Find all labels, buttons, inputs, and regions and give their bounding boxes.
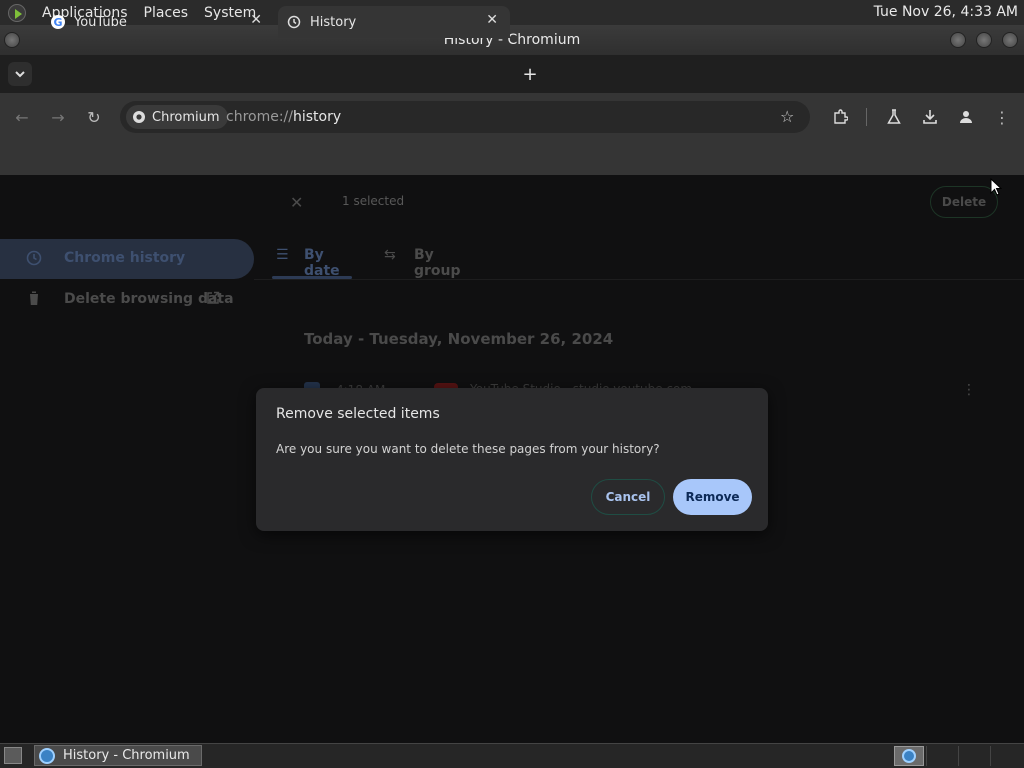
- bookmark-star-icon[interactable]: ☆: [780, 107, 794, 126]
- remove-items-dialog: Remove selected items Are you sure you w…: [256, 388, 768, 531]
- chromium-icon: [133, 111, 145, 123]
- maximize-window-button[interactable]: [976, 32, 992, 48]
- forward-arrow-icon[interactable]: →: [47, 106, 69, 128]
- tab-youtube[interactable]: G YouTube ✕: [42, 6, 274, 38]
- extensions-icon[interactable]: [829, 106, 851, 128]
- tab-by-group[interactable]: ⇆ By group: [384, 240, 484, 280]
- site-chip-label: Chromium: [152, 109, 220, 125]
- reload-icon[interactable]: ↻: [83, 106, 105, 128]
- cancel-button[interactable]: Cancel: [591, 479, 665, 515]
- close-window-button[interactable]: [1002, 32, 1018, 48]
- download-icon[interactable]: [919, 106, 941, 128]
- divider: [254, 279, 1024, 280]
- sidebar-item-delete-browsing-data[interactable]: Delete browsing data: [0, 282, 254, 318]
- tab-label: By date: [304, 247, 340, 279]
- taskbar-item-chromium[interactable]: History - Chromium: [34, 745, 202, 766]
- workspace-chromium-icon[interactable]: [894, 746, 924, 766]
- sidebar-item-label: Chrome history: [64, 250, 186, 266]
- row-menu-kebab-icon[interactable]: ⋮: [962, 382, 976, 398]
- tab-strip: [0, 55, 1024, 93]
- mouse-cursor-icon: [990, 178, 1002, 196]
- sidebar-item-chrome-history[interactable]: Chrome history: [0, 239, 254, 279]
- close-tab-icon[interactable]: ✕: [250, 12, 262, 28]
- taskbar-item-label: History - Chromium: [63, 748, 190, 763]
- window-menu-icon[interactable]: [4, 32, 20, 48]
- selected-count: 1 selected: [342, 194, 405, 208]
- url-host: history: [293, 109, 342, 125]
- chevron-down-icon: [15, 71, 25, 78]
- group-icon: ⇆: [384, 247, 396, 263]
- list-icon: ☰: [276, 247, 289, 263]
- google-icon: G: [50, 14, 66, 30]
- minimize-window-button[interactable]: [950, 32, 966, 48]
- selection-toolbar: [0, 175, 1024, 230]
- history-icon: [286, 14, 302, 30]
- tab-label: History: [310, 14, 357, 30]
- clock[interactable]: Tue Nov 26, 4:33 AM: [874, 4, 1018, 20]
- chromium-icon: [39, 747, 55, 764]
- dialog-message: Are you sure you want to delete these pa…: [276, 442, 660, 456]
- svg-text:G: G: [53, 16, 62, 29]
- workspace-4[interactable]: [990, 746, 1020, 766]
- history-icon: [26, 250, 42, 270]
- back-arrow-icon[interactable]: ←: [11, 106, 33, 128]
- url-scheme: chrome://: [226, 109, 293, 125]
- new-tab-button[interactable]: +: [520, 62, 540, 86]
- delete-selected-button[interactable]: Delete: [930, 186, 998, 218]
- clear-selection-icon[interactable]: ✕: [290, 193, 303, 212]
- menu-kebab-icon[interactable]: ⋮: [991, 106, 1013, 128]
- address-bar[interactable]: Chromium chrome://history ☆: [120, 101, 810, 133]
- workspace-2[interactable]: [926, 746, 956, 766]
- url-text[interactable]: chrome://history: [226, 109, 341, 125]
- chromium-icon: [902, 749, 916, 763]
- remove-button[interactable]: Remove: [673, 479, 752, 515]
- workspace-3[interactable]: [958, 746, 988, 766]
- trash-icon: [28, 290, 40, 310]
- show-desktop-icon[interactable]: [4, 747, 22, 764]
- close-tab-icon[interactable]: ✕: [486, 12, 498, 28]
- tab-search-button[interactable]: [8, 62, 32, 86]
- tab-label: By group: [414, 247, 461, 279]
- tab-history[interactable]: History ✕: [278, 6, 510, 38]
- toolbar-divider: [866, 108, 867, 126]
- tab-label: YouTube: [74, 14, 127, 30]
- external-link-icon: [206, 291, 220, 309]
- day-heading: Today - Tuesday, November 26, 2024: [304, 330, 614, 348]
- flask-icon[interactable]: [883, 106, 905, 128]
- profile-icon[interactable]: [955, 106, 977, 128]
- dialog-title: Remove selected items: [276, 406, 440, 422]
- system-logo-icon[interactable]: [8, 3, 26, 22]
- site-info-chip[interactable]: Chromium: [126, 105, 228, 129]
- tab-by-date[interactable]: ☰ By date: [272, 240, 352, 280]
- bookmarks-bar: [0, 141, 1024, 175]
